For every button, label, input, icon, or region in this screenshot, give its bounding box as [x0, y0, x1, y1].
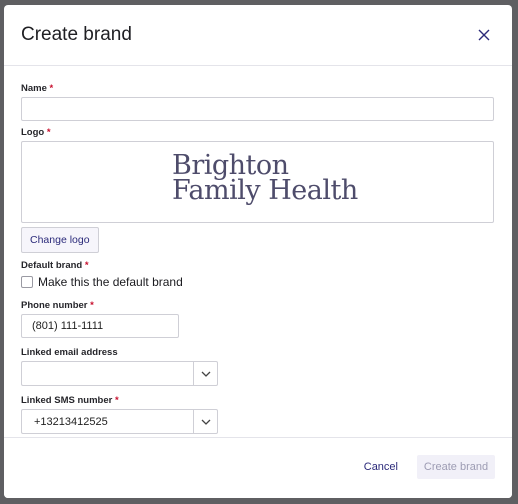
default-brand-checkbox[interactable]	[21, 276, 33, 288]
create-brand-modal: Create brand Name * Logo * Brighton Fami…	[4, 5, 512, 498]
required-mark: *	[114, 395, 119, 406]
linked-email-label: Linked email address	[21, 347, 118, 358]
chevron-down-icon	[201, 419, 210, 425]
phone-label: Phone number *	[21, 300, 94, 311]
required-mark: *	[46, 127, 51, 138]
phone-input[interactable]	[21, 314, 179, 338]
name-label: Name *	[21, 83, 54, 94]
linked-sms-dropdown-toggle[interactable]	[193, 409, 218, 434]
linked-sms-select[interactable]: +13213412525	[21, 409, 218, 434]
required-mark: *	[49, 83, 54, 94]
default-brand-option[interactable]: Make this the default brand	[21, 275, 183, 289]
linked-email-dropdown-toggle[interactable]	[193, 361, 218, 386]
default-brand-checkbox-label: Make this the default brand	[38, 275, 183, 289]
logo-preview: Brighton Family Health	[21, 141, 494, 223]
linked-sms-label: Linked SMS number *	[21, 395, 119, 406]
modal-title: Create brand	[21, 24, 132, 45]
close-icon	[478, 29, 490, 41]
default-brand-label: Default brand *	[21, 260, 89, 271]
brand-logo: Brighton Family Health	[172, 150, 358, 206]
close-button[interactable]	[474, 25, 494, 45]
linked-email-select[interactable]	[21, 361, 218, 386]
name-input[interactable]	[21, 97, 494, 121]
modal-footer: Cancel Create brand	[4, 437, 512, 498]
linked-email-value[interactable]	[21, 361, 193, 386]
required-mark: *	[90, 300, 94, 311]
change-logo-button[interactable]: Change logo	[21, 227, 99, 253]
create-brand-button[interactable]: Create brand	[417, 455, 495, 479]
linked-sms-value[interactable]: +13213412525	[21, 409, 193, 434]
logo-label: Logo *	[21, 127, 51, 138]
required-mark: *	[84, 260, 89, 271]
cancel-button[interactable]: Cancel	[364, 461, 398, 473]
chevron-down-icon	[201, 371, 210, 377]
modal-header: Create brand	[4, 5, 512, 66]
